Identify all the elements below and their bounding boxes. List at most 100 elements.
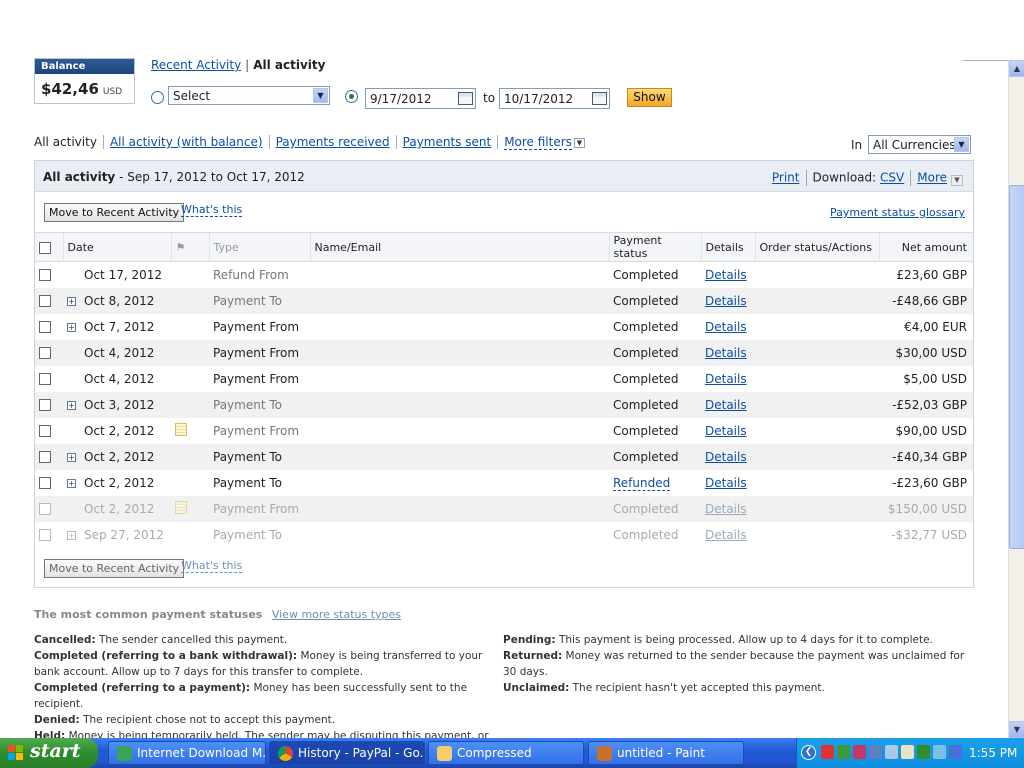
row-checkbox-cell[interactable] bbox=[35, 366, 63, 392]
header-date[interactable]: Date bbox=[62, 232, 171, 262]
tab-link[interactable]: Payments sent bbox=[403, 135, 492, 149]
app-tray-icon[interactable] bbox=[917, 745, 930, 759]
row-details-cell[interactable]: Details bbox=[701, 391, 755, 418]
scrollbar-thumb[interactable] bbox=[1009, 185, 1024, 549]
row-checkbox[interactable] bbox=[39, 295, 51, 307]
tab-payments-sent[interactable]: Payments sent bbox=[395, 135, 498, 149]
row-details-cell[interactable]: Details bbox=[701, 314, 755, 340]
tab-link[interactable]: More filters bbox=[504, 135, 572, 150]
row-checkbox-cell[interactable] bbox=[35, 391, 63, 418]
details-link[interactable]: Details bbox=[705, 424, 747, 438]
expand-icon[interactable]: + bbox=[67, 452, 76, 462]
details-link[interactable]: Details bbox=[705, 450, 747, 464]
details-link[interactable]: Details bbox=[705, 476, 747, 490]
start-button[interactable]: start bbox=[0, 738, 98, 768]
scroll-up-icon[interactable]: ▲ bbox=[1009, 60, 1024, 77]
table-row[interactable]: + Oct 2, 2012 Payment To Completed Detail… bbox=[35, 443, 973, 470]
header-flag[interactable]: ⚑ bbox=[170, 232, 209, 262]
to-date-field[interactable]: 10/17/2012 bbox=[499, 88, 610, 109]
recent-activity-link[interactable]: Recent Activity bbox=[151, 58, 241, 72]
table-row[interactable]: + Sep 27, 2012 Payment To Completed Detai… bbox=[35, 522, 973, 548]
note-icon[interactable] bbox=[175, 500, 187, 514]
table-row[interactable]: Oct 4, 2012 Payment From Completed Detai… bbox=[35, 339, 973, 366]
row-status-cell[interactable]: Refunded bbox=[609, 470, 701, 496]
details-link[interactable]: Details bbox=[705, 502, 747, 516]
header-select-all[interactable] bbox=[35, 232, 63, 262]
task-compressed-folder[interactable]: Compressed bbox=[428, 741, 584, 765]
row-checkbox[interactable] bbox=[39, 269, 51, 282]
table-row[interactable]: Oct 2, 2012 Payment From Completed Detai… bbox=[35, 418, 973, 444]
details-link[interactable]: Details bbox=[705, 372, 747, 386]
tab-payments-received[interactable]: Payments received bbox=[268, 135, 396, 149]
move-to-recent-activity-button-bottom[interactable]: Move to Recent Activity bbox=[44, 559, 185, 578]
tab-link[interactable]: Payments received bbox=[276, 135, 390, 149]
radio-date-range[interactable] bbox=[345, 90, 358, 103]
details-link[interactable]: Details bbox=[705, 528, 747, 542]
details-link[interactable]: Details bbox=[705, 398, 747, 412]
row-checkbox-cell[interactable] bbox=[35, 287, 63, 314]
table-row[interactable]: Oct 2, 2012 Payment From Completed Detai… bbox=[35, 495, 973, 522]
row-details-cell[interactable]: Details bbox=[701, 339, 755, 366]
period-select[interactable]: Select ▼ bbox=[168, 86, 330, 105]
row-checkbox[interactable] bbox=[39, 529, 51, 541]
task-paint[interactable]: untitled - Paint bbox=[588, 741, 744, 765]
details-link[interactable]: Details bbox=[705, 294, 747, 308]
expand-icon[interactable]: + bbox=[67, 296, 76, 306]
row-checkbox-cell[interactable] bbox=[35, 443, 63, 470]
csv-link[interactable]: CSV bbox=[880, 171, 904, 185]
row-checkbox[interactable] bbox=[39, 373, 51, 385]
header-net-amount[interactable]: Net amount bbox=[878, 232, 973, 262]
radio-select-period[interactable] bbox=[151, 91, 164, 104]
row-details-cell[interactable]: Details bbox=[701, 522, 755, 548]
table-row[interactable]: + Oct 3, 2012 Payment To Completed Detail… bbox=[35, 391, 973, 418]
table-row[interactable]: Oct 4, 2012 Payment From Completed Detai… bbox=[35, 366, 973, 392]
details-link[interactable]: Details bbox=[705, 346, 747, 360]
header-name-email[interactable]: Name/Email bbox=[309, 232, 609, 262]
details-link[interactable]: Details bbox=[705, 268, 747, 282]
currency-select[interactable]: All Currencies ▼ bbox=[868, 135, 971, 154]
row-checkbox[interactable] bbox=[39, 399, 51, 411]
calendar-icon[interactable] bbox=[458, 92, 473, 105]
move-to-recent-activity-button[interactable]: Move to Recent Activity bbox=[44, 203, 185, 222]
row-checkbox[interactable] bbox=[39, 477, 51, 489]
note-icon[interactable] bbox=[175, 422, 187, 436]
tab-all-activity-with-balance[interactable]: All activity (with balance) bbox=[102, 135, 269, 149]
table-row[interactable]: + Oct 7, 2012 Payment From Completed Deta… bbox=[35, 314, 973, 340]
expand-icon[interactable]: + bbox=[67, 530, 76, 540]
row-checkbox-cell[interactable] bbox=[35, 470, 63, 496]
row-checkbox-cell[interactable] bbox=[35, 522, 63, 548]
row-details-cell[interactable]: Details bbox=[701, 443, 755, 470]
scroll-down-icon[interactable]: ▼ bbox=[1009, 721, 1024, 738]
row-checkbox-cell[interactable] bbox=[35, 339, 63, 366]
chevron-down-icon[interactable]: ▼ bbox=[573, 137, 585, 148]
row-checkbox[interactable] bbox=[39, 321, 51, 333]
calendar-icon[interactable] bbox=[592, 92, 607, 105]
expand-icon[interactable]: + bbox=[67, 322, 76, 332]
row-checkbox-cell[interactable] bbox=[35, 314, 63, 340]
table-row[interactable]: + Oct 8, 2012 Payment To Completed Detail… bbox=[35, 287, 973, 314]
show-hidden-icons-icon[interactable]: ❮ bbox=[801, 745, 816, 760]
row-details-cell[interactable]: Details bbox=[701, 418, 755, 444]
app-tray-icon[interactable] bbox=[901, 745, 914, 759]
tab-more-filters[interactable]: More filters ▼ bbox=[497, 135, 591, 150]
row-checkbox[interactable] bbox=[39, 425, 51, 437]
chevron-down-icon[interactable]: ▼ bbox=[951, 174, 963, 186]
task-internet-download-manager[interactable]: Internet Download M... bbox=[108, 741, 266, 765]
volume-icon[interactable] bbox=[933, 745, 946, 759]
show-button[interactable]: Show bbox=[627, 88, 672, 107]
antivirus-icon[interactable] bbox=[821, 745, 834, 759]
row-details-cell[interactable]: Details bbox=[701, 262, 755, 288]
more-link[interactable]: More bbox=[917, 171, 947, 185]
view-more-status-types-link[interactable]: View more status types bbox=[272, 608, 401, 621]
print-link[interactable]: Print bbox=[772, 171, 800, 185]
details-link[interactable]: Details bbox=[705, 320, 747, 334]
task-chrome-paypal[interactable]: History - PayPal - Go... bbox=[269, 741, 425, 765]
row-checkbox-cell[interactable] bbox=[35, 418, 63, 444]
whats-this-link-bottom[interactable]: What's this bbox=[181, 559, 243, 573]
app-tray-icon[interactable] bbox=[949, 745, 962, 759]
header-type[interactable]: Type bbox=[208, 232, 310, 262]
row-checkbox[interactable] bbox=[39, 451, 51, 463]
network-icon[interactable] bbox=[837, 745, 850, 759]
table-row[interactable]: + Oct 2, 2012 Payment To Refunded Details… bbox=[35, 470, 973, 496]
refunded-status-link[interactable]: Refunded bbox=[613, 475, 671, 491]
